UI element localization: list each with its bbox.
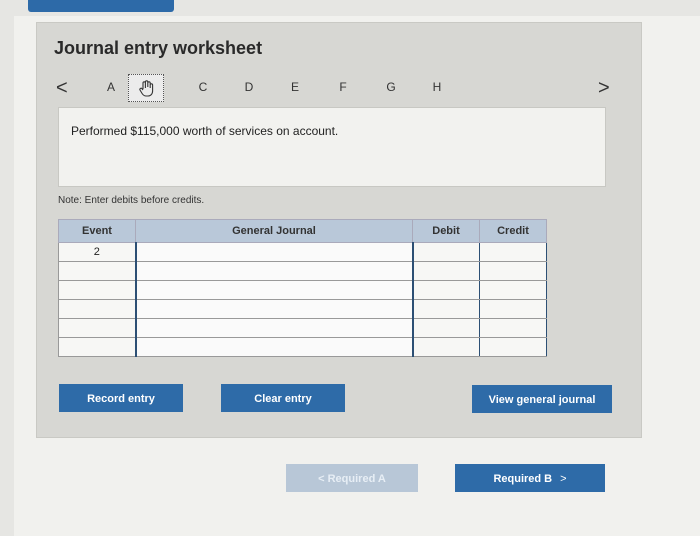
required-a-button[interactable]: < Required A	[286, 464, 418, 492]
tab-d[interactable]: D	[240, 80, 258, 94]
debit-input[interactable]	[412, 337, 480, 357]
debit-credit-note: Note: Enter debits before credits.	[58, 195, 205, 206]
table-row	[58, 261, 547, 281]
credit-input[interactable]	[479, 318, 547, 338]
credit-input[interactable]	[479, 261, 547, 281]
chevron-left-icon: <	[318, 473, 325, 485]
record-entry-button[interactable]: Record entry	[59, 384, 183, 412]
debit-input[interactable]	[412, 299, 480, 319]
general-journal-header: General Journal	[135, 219, 413, 243]
tab-e[interactable]: E	[286, 80, 304, 94]
event-cell	[58, 299, 136, 319]
debit-input[interactable]	[412, 261, 480, 281]
tab-b[interactable]: B	[128, 74, 164, 102]
event-header: Event	[58, 219, 136, 243]
view-general-journal-button[interactable]: View general journal	[472, 385, 612, 413]
tab-h[interactable]: H	[428, 80, 446, 94]
clear-entry-button[interactable]: Clear entry	[221, 384, 345, 412]
event-cell: 2	[58, 242, 136, 262]
debit-input[interactable]	[412, 242, 480, 262]
table-row	[58, 299, 547, 319]
debit-input[interactable]	[412, 280, 480, 300]
hand-cursor-icon	[139, 80, 154, 97]
required-a-label: Required A	[327, 473, 386, 485]
tab-c[interactable]: C	[194, 80, 212, 94]
tab-a[interactable]: A	[102, 80, 120, 94]
transaction-description-box: Performed $115,000 worth of services on …	[58, 107, 606, 187]
account-input[interactable]	[134, 280, 414, 300]
prev-tab-arrow[interactable]: <	[56, 76, 68, 100]
credit-input[interactable]	[479, 280, 547, 300]
event-cell	[58, 280, 136, 300]
debit-header: Debit	[412, 219, 480, 243]
account-input[interactable]	[134, 337, 414, 357]
event-cell	[58, 318, 136, 338]
journal-entry-table: Event General Journal Debit Credit 2	[58, 219, 547, 357]
tab-g[interactable]: G	[382, 80, 400, 94]
table-row	[58, 280, 547, 300]
table-row	[58, 337, 547, 357]
page-title: Journal entry worksheet	[54, 38, 263, 58]
event-cell	[58, 261, 136, 281]
next-tab-arrow[interactable]: >	[598, 76, 610, 100]
account-input[interactable]	[134, 318, 414, 338]
event-cell	[58, 337, 136, 357]
account-input[interactable]	[134, 242, 414, 262]
credit-input[interactable]	[479, 337, 547, 357]
account-input[interactable]	[134, 299, 414, 319]
chevron-right-icon: >	[560, 473, 567, 485]
table-row: 2	[58, 242, 547, 262]
transaction-description: Performed $115,000 worth of services on …	[71, 124, 339, 138]
credit-input[interactable]	[479, 299, 547, 319]
required-b-label: Required B	[493, 473, 553, 485]
top-tab-button[interactable]	[28, 0, 174, 12]
tab-navigation: < A B C D E F G H >	[56, 74, 616, 102]
credit-header: Credit	[479, 219, 547, 243]
table-row	[58, 318, 547, 338]
tab-f[interactable]: F	[334, 80, 352, 94]
account-input[interactable]	[134, 261, 414, 281]
required-b-button[interactable]: Required B >	[455, 464, 605, 492]
debit-input[interactable]	[412, 318, 480, 338]
credit-input[interactable]	[479, 242, 547, 262]
